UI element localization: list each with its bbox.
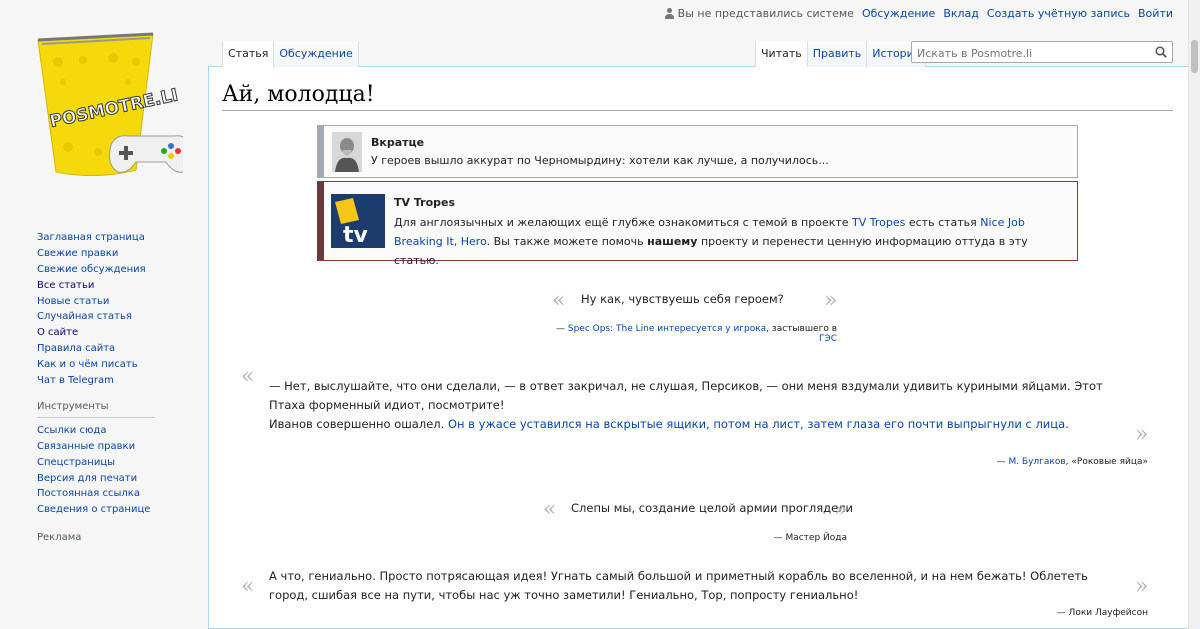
- namespace-tabs: Статья Обсуждение: [222, 41, 359, 67]
- sidebar-item-random[interactable]: Случайная статья: [37, 311, 132, 322]
- scrollbar[interactable]: [1188, 0, 1200, 629]
- quote-open-mark: «: [543, 497, 557, 522]
- sidebar-item-recent-changes[interactable]: Свежие правки: [37, 248, 118, 259]
- quote-open-mark: «: [241, 364, 255, 389]
- quote-open-mark: «: [552, 288, 566, 313]
- sidebar-item-about[interactable]: О сайте: [37, 327, 78, 338]
- tab-read-label: Читать: [761, 47, 802, 60]
- summary-box: Вкратце У героев вышло аккурат по Черном…: [317, 125, 1078, 178]
- user-icon: [664, 8, 674, 19]
- quote-2-cite-rest: , «Роковые яйца»: [1065, 457, 1148, 467]
- personal-tools: Вы не представились системе Обсуждение В…: [664, 7, 1173, 20]
- tvtropes-box: tv TV Tropes Для англоязычных и желающих…: [317, 181, 1078, 267]
- talk-link[interactable]: Обсуждение: [862, 7, 935, 20]
- contributions-link[interactable]: Вклад: [943, 7, 979, 20]
- quote-3-text: Слепы мы, создание целой армии проглядел…: [571, 501, 854, 515]
- portrait-thumbnail: [332, 132, 362, 172]
- tab-discussion-label: Обсуждение: [279, 47, 353, 60]
- tool-page-info[interactable]: Сведения о странице: [37, 504, 150, 515]
- tvtropes-text: Для англоязычных и желающих ещё глубже о…: [394, 213, 1064, 270]
- sidebar-item-all-articles[interactable]: Все статьи: [37, 280, 94, 291]
- quote-1-cite-rest: , застывшего в: [766, 324, 837, 334]
- quote-1-cite: — Spec Ops: The Line интересуется у игро…: [555, 324, 837, 344]
- quote-close-mark: »: [1135, 422, 1149, 447]
- summary-title: Вкратце: [371, 136, 425, 149]
- scrollbar-thumb[interactable]: [1191, 40, 1198, 73]
- sidebar-tools: Ссылки сюда Связанные правки Спецстраниц…: [37, 423, 187, 518]
- quote-1-text: Ну как, чувствуешь себя героем?: [581, 292, 784, 306]
- tvtropes-link[interactable]: TV Tropes: [852, 216, 905, 229]
- tvtropes-text-bold: нашему: [647, 235, 698, 248]
- sidebar-nav: Заглавная страница Свежие правки Свежие …: [37, 230, 187, 389]
- sidebar-item-recent-discussions[interactable]: Свежие обсуждения: [37, 264, 146, 275]
- quote-2-link[interactable]: Он в ужасе уставился на вскрытые ящики, …: [448, 417, 1069, 431]
- site-logo[interactable]: POSMOTRE.LI: [28, 22, 193, 182]
- tool-printable[interactable]: Версия для печати: [37, 473, 137, 484]
- tab-discussion[interactable]: Обсуждение: [273, 41, 359, 67]
- quote-close-mark: »: [834, 497, 848, 522]
- sidebar: Заглавная страница Свежие правки Свежие …: [37, 230, 187, 553]
- ads-heading: Реклама: [37, 532, 82, 544]
- page-title: Ай, молодца!: [222, 82, 1173, 111]
- tvtropes-title: TV Tropes: [394, 196, 456, 209]
- tab-read[interactable]: Читать: [755, 41, 807, 67]
- login-link[interactable]: Войти: [1138, 7, 1173, 20]
- quote-open-mark: «: [241, 574, 255, 599]
- tab-article[interactable]: Статья: [222, 41, 274, 67]
- sidebar-item-new-articles[interactable]: Новые статьи: [37, 296, 109, 307]
- tab-edit[interactable]: Править: [806, 41, 867, 67]
- tvtropes-text-post1: . Вы также можете помочь: [486, 235, 648, 248]
- create-account-link[interactable]: Создать учётную запись: [987, 7, 1130, 20]
- tool-what-links-here[interactable]: Ссылки сюда: [37, 425, 106, 436]
- view-tabs: Читать Править История: [755, 41, 927, 67]
- search-box: [911, 41, 1173, 64]
- sidebar-item-how-to-write[interactable]: Как и о чём писать: [37, 359, 138, 370]
- tool-related-changes[interactable]: Связанные правки: [37, 441, 135, 452]
- anon-label: Вы не представились системе: [677, 7, 854, 20]
- quote-2-line2a: Иванов совершенно ошалел.: [269, 417, 448, 431]
- tool-special-pages[interactable]: Спецстраницы: [37, 457, 115, 468]
- tool-permalink[interactable]: Постоянная ссылка: [37, 488, 140, 499]
- quote-2-cite: — М. Булгаков, «Роковые яйца»: [996, 457, 1148, 467]
- quote-2-cite-link[interactable]: М. Булгаков: [1008, 457, 1065, 467]
- quote-2-text: — Нет, выслушайте, что они сделали, — в …: [269, 377, 1129, 434]
- tab-edit-label: Править: [812, 47, 862, 60]
- summary-text: У героев вышло аккурат по Черномырдину: …: [371, 154, 829, 167]
- anon-user: Вы не представились системе: [664, 7, 854, 20]
- tools-heading: Инструменты: [37, 401, 155, 418]
- quote-4-cite: — Локи Лауфейсон: [1056, 608, 1148, 618]
- tvtropes-logo: tv: [331, 194, 385, 248]
- sidebar-item-main[interactable]: Заглавная страница: [37, 232, 145, 243]
- quote-1-cite-link[interactable]: Spec Ops: The Line интересуется у игрока: [568, 324, 766, 334]
- quote-close-mark: »: [824, 288, 838, 313]
- quote-3-cite: — Мастер Йода: [773, 533, 847, 543]
- quote-1-cite-link2[interactable]: ГЭС: [819, 334, 837, 344]
- sidebar-item-telegram[interactable]: Чат в Telegram: [37, 375, 114, 386]
- search-icon[interactable]: [1155, 46, 1167, 58]
- quote-4-text: А что, гениально. Просто потрясающая иде…: [269, 569, 1088, 602]
- quote-2-line1: — Нет, выслушайте, что они сделали, — в …: [269, 379, 1103, 412]
- tvtropes-text-pre: Для англоязычных и желающих ещё глубже о…: [394, 216, 853, 229]
- tvtropes-text-mid: есть статья: [905, 216, 981, 229]
- sidebar-item-rules[interactable]: Правила сайта: [37, 343, 115, 354]
- quote-close-mark: »: [1135, 574, 1149, 599]
- tab-article-label: Статья: [228, 47, 269, 60]
- search-input[interactable]: [912, 43, 1142, 64]
- popcorn-logo: POSMOTRE.LI: [37, 32, 193, 177]
- tvtropes-logo-text: tv: [343, 223, 369, 248]
